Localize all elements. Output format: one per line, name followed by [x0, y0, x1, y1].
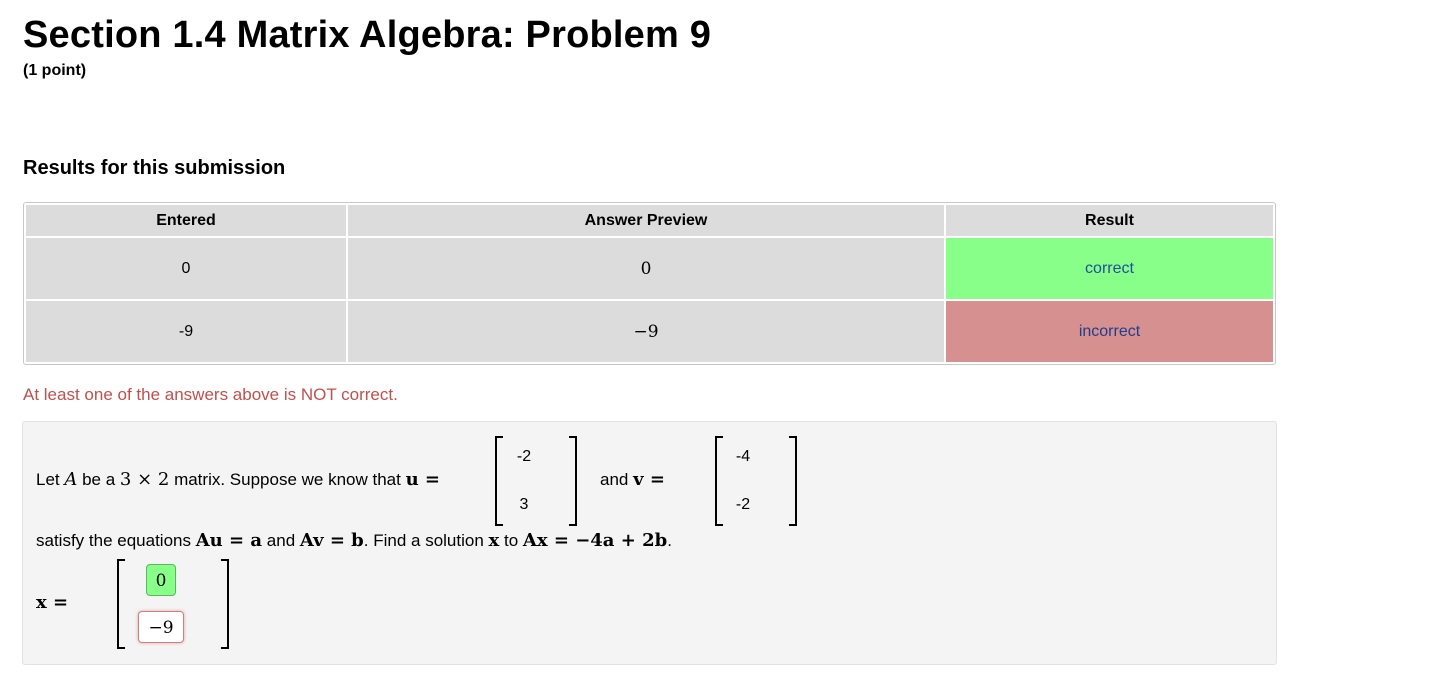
math-v-equals: v = — [633, 469, 665, 490]
math-equation-av: Av = b — [299, 530, 364, 551]
text: and — [262, 531, 300, 550]
vector-u-entry-2: 3 — [519, 496, 529, 513]
vector-v-entry-1: -4 — [735, 448, 751, 465]
left-bracket — [715, 436, 723, 526]
text: be a — [77, 470, 120, 489]
results-table: Entered Answer Preview Result 0 0 correc… — [23, 202, 1276, 365]
x-equals-label: x = — [36, 592, 69, 613]
right-bracket — [221, 559, 229, 649]
math-equation-au: Au = a — [195, 530, 263, 551]
left-bracket — [117, 559, 125, 649]
entered-cell: -9 — [26, 301, 346, 362]
math-u-equals: u = — [405, 469, 441, 490]
preview-cell: −9 — [348, 301, 944, 362]
right-bracket — [789, 436, 797, 526]
text: matrix. Suppose we know that — [169, 470, 406, 489]
problem-statement-line2: satisfy the equations Au = a and Av = b.… — [36, 530, 672, 551]
entered-cell: 0 — [26, 238, 346, 299]
text: to — [499, 531, 523, 550]
text: . — [667, 531, 672, 550]
text: and — [600, 470, 634, 489]
table-row: -9 −9 incorrect — [26, 301, 1273, 362]
text: . Find a solution — [363, 531, 489, 550]
result-cell-correct: correct — [946, 238, 1273, 299]
right-bracket — [569, 436, 577, 526]
result-cell-incorrect: incorrect — [946, 301, 1273, 362]
page-title: Section 1.4 Matrix Algebra: Problem 9 — [23, 14, 712, 56]
problem-statement-and-v: and v = — [600, 469, 665, 490]
column-header-result: Result — [946, 205, 1273, 236]
vector-v-entry-2: -2 — [735, 496, 751, 513]
warning-message: At least one of the answers above is NOT… — [23, 385, 398, 404]
math-A: A — [64, 469, 78, 490]
problem-statement-line1: Let A be a 3 × 2 matrix. Suppose we know… — [36, 469, 440, 490]
results-heading: Results for this submission — [23, 157, 286, 179]
vector-u-entry-1: -2 — [516, 448, 532, 465]
math-dims: 3 × 2 — [119, 469, 170, 490]
text: satisfy the equations — [36, 531, 196, 550]
column-header-entered: Entered — [26, 205, 346, 236]
results-header-row: Entered Answer Preview Result — [26, 205, 1273, 236]
problem-body: Let A be a 3 × 2 matrix. Suppose we know… — [22, 421, 1277, 665]
table-row: 0 0 correct — [26, 238, 1273, 299]
text: Let — [36, 470, 65, 489]
answer-input-1[interactable]: 0 — [146, 564, 176, 596]
answer-input-2[interactable]: −9 — [138, 611, 184, 643]
points-label: (1 point) — [23, 62, 87, 79]
math-equation-ax: Ax = −4a + 2b — [522, 530, 668, 551]
math-x: x — [488, 530, 500, 551]
left-bracket — [495, 436, 503, 526]
preview-cell: 0 — [348, 238, 944, 299]
column-header-answer-preview: Answer Preview — [348, 205, 944, 236]
